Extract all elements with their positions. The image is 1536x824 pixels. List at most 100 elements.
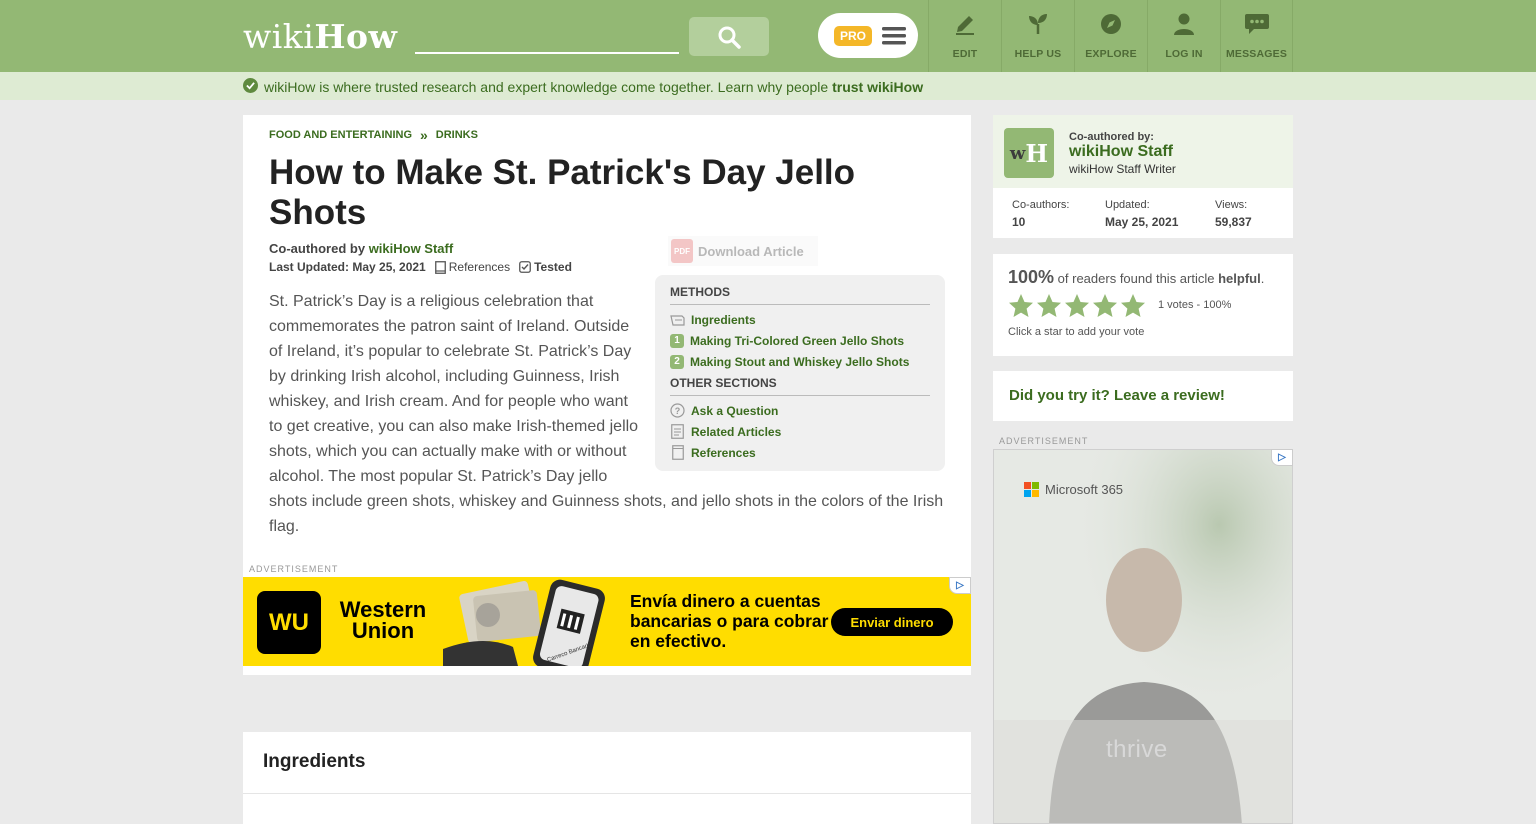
author-card-name[interactable]: wikiHow Staff [1069, 143, 1173, 161]
toc-item-label: Ingredients [691, 312, 756, 327]
author-avatar[interactable]: wH [1004, 128, 1054, 178]
star-icon[interactable] [1092, 293, 1118, 319]
ad-tagline: thrive [1106, 736, 1168, 763]
microsoft-365-text: Microsoft 365 [1045, 482, 1124, 497]
nav-help-us-label: HELP US [1014, 48, 1062, 60]
pro-badge: PRO [834, 25, 873, 46]
nav-explore[interactable]: EXPLORE [1074, 0, 1147, 72]
toc-item-label: Making Tri-Colored Green Jello Shots [690, 333, 905, 348]
leave-review-link[interactable]: Did you try it? Leave a review! [1009, 387, 1225, 404]
microsoft-365-logo: Microsoft 365 [1024, 482, 1123, 497]
avatar-h: H [1025, 138, 1049, 168]
nav-edit-label: EDIT [952, 48, 978, 60]
toc-other-heading: OTHER SECTIONS [670, 376, 930, 396]
sprout-icon [1025, 10, 1051, 38]
ingredients-section [243, 732, 971, 824]
western-union-logo: WU [257, 591, 321, 654]
breadcrumb-drinks[interactable]: DRINKS [436, 129, 478, 141]
toc-item-references[interactable]: References [670, 442, 930, 463]
western-union-ad-text: Envía dinero a cuentas bancarias o para … [630, 591, 829, 651]
rating-percent: 100% [1008, 267, 1055, 287]
pencil-icon [952, 10, 978, 38]
rating-period: . [1260, 271, 1265, 286]
breadcrumb-food-and-entertaining[interactable]: FOOD AND ENTERTAINING [269, 129, 412, 141]
nav-log-in-label: LOG IN [1165, 48, 1203, 60]
references-meta[interactable]: References [434, 260, 510, 274]
click-star-hint: Click a star to add your vote [1008, 326, 1145, 338]
rating-text: of readers found this article [1057, 271, 1215, 286]
document-icon [670, 424, 685, 439]
nav-messages[interactable]: MESSAGES [1220, 0, 1293, 72]
updated-value: May 25, 2021 [1105, 215, 1179, 229]
hamburger-menu-icon [882, 26, 907, 44]
star-icon[interactable] [1036, 293, 1062, 319]
trust-message: wikiHow is where trusted research and ex… [264, 79, 923, 95]
method-number-badge: 1 [670, 333, 684, 348]
rating-helpful: helpful [1218, 271, 1261, 286]
nav-messages-label: MESSAGES [1225, 48, 1288, 60]
pdf-icon: PDF [671, 239, 693, 263]
toc-item-label: References [691, 445, 756, 460]
star-icon[interactable] [1008, 293, 1034, 319]
wikihow-logo[interactable]: wikiHow [243, 17, 397, 56]
check-circle-icon [243, 78, 258, 93]
download-article-label: Download Article [698, 243, 804, 259]
book-icon [670, 445, 685, 460]
search-input[interactable] [415, 22, 679, 54]
star-rating [1008, 293, 1146, 319]
article-meta: Last Updated: May 25, 2021 References Te… [269, 260, 572, 274]
ingredients-heading: Ingredients [263, 751, 366, 772]
coauthored-by-label: Co-authored by: [1069, 131, 1154, 143]
nav-help-us[interactable]: HELP US [1001, 0, 1074, 72]
pro-menu-button[interactable]: PRO [818, 13, 918, 58]
table-of-contents: METHODS Ingredients 1 Making Tri-Colored… [655, 275, 945, 471]
toc-item-method-2[interactable]: 2 Making Stout and Whiskey Jello Shots [670, 351, 930, 372]
avatar-w: w [1009, 142, 1026, 164]
search-button[interactable] [689, 17, 769, 56]
toc-item-label: Making Stout and Whiskey Jello Shots [690, 354, 910, 369]
method-number-badge: 2 [670, 354, 684, 369]
adchoices-icon[interactable]: ▷ [1271, 449, 1293, 466]
western-union-ad[interactable]: WU Western Union Carreco Bancario Envía … [243, 577, 971, 666]
star-icon[interactable] [1064, 293, 1090, 319]
coauthor-line: Co-authored by wikiHow Staff [269, 241, 453, 256]
toc-methods-heading: METHODS [670, 285, 930, 305]
coauthors-label: Co-authors: [1012, 199, 1070, 211]
trust-wikihow-link[interactable]: trust wikiHow [832, 79, 923, 95]
tested-meta-label: Tested [534, 260, 572, 274]
user-icon [1171, 10, 1197, 38]
views-value: 59,837 [1215, 215, 1252, 229]
nav-edit[interactable]: EDIT [928, 0, 1001, 72]
western-union-brand: Western Union [339, 597, 427, 643]
nav-explore-label: EXPLORE [1085, 48, 1137, 60]
last-updated: Last Updated: May 25, 2021 [269, 260, 426, 274]
search-icon [718, 26, 741, 49]
author-role: wikiHow Staff Writer [1069, 162, 1176, 176]
chat-icon [1244, 10, 1270, 38]
download-article-button[interactable]: PDF Download Article [668, 236, 818, 266]
logo-wiki-text: wiki [243, 17, 315, 56]
list-icon [670, 312, 685, 327]
nav-log-in[interactable]: LOG IN [1147, 0, 1220, 72]
author-link[interactable]: wikiHow Staff [369, 241, 454, 256]
microsoft-logo-icon [1024, 482, 1039, 497]
money-phone-image: Carreco Bancario [443, 579, 605, 666]
breadcrumb-separator-icon: » [420, 127, 428, 143]
toc-item-method-1[interactable]: 1 Making Tri-Colored Green Jello Shots [670, 330, 930, 351]
adchoices-icon[interactable]: ▷ [949, 577, 971, 594]
tested-meta[interactable]: Tested [519, 260, 572, 274]
toc-item-related-articles[interactable]: Related Articles [670, 421, 930, 442]
toc-item-ingredients[interactable]: Ingredients [670, 309, 930, 330]
checkbox-icon [519, 261, 532, 273]
trust-text: wikiHow is where trusted research and ex… [264, 79, 829, 95]
star-icon[interactable] [1120, 293, 1146, 319]
views-label: Views: [1215, 199, 1248, 211]
toc-item-ask-a-question[interactable]: ? Ask a Question [670, 400, 930, 421]
advertisement-label: ADVERTISEMENT [249, 564, 339, 574]
coauthors-value: 10 [1012, 215, 1026, 229]
section-divider [243, 793, 971, 794]
enviar-dinero-button[interactable]: Enviar dinero [831, 608, 953, 636]
votes-count: 1 votes - 100% [1158, 299, 1232, 311]
advertisement-label: ADVERTISEMENT [999, 436, 1089, 446]
microsoft-365-ad[interactable]: Microsoft 365 thrive [993, 449, 1293, 824]
